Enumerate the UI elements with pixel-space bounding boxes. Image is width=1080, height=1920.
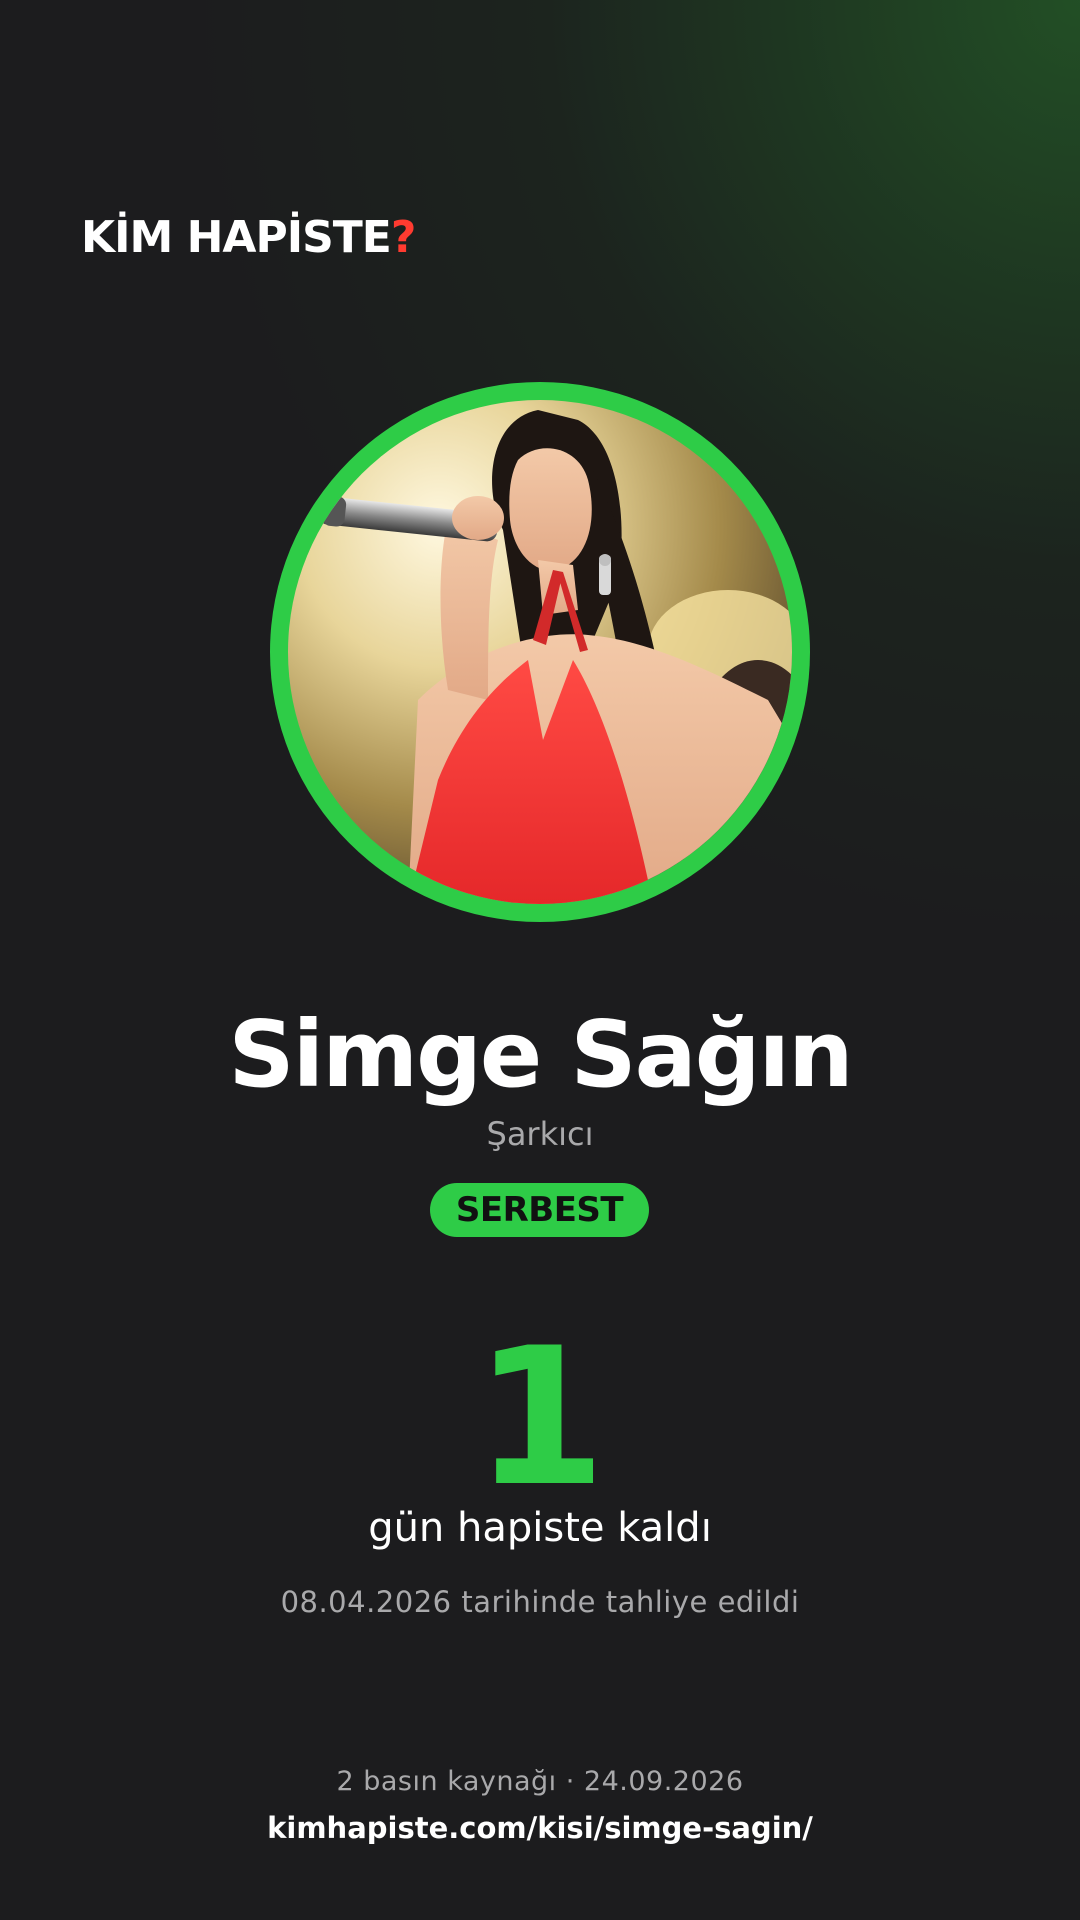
days-count: 1 xyxy=(473,1307,607,1528)
days-label: gün hapiste kaldı xyxy=(368,1505,712,1551)
sources-info: 2 basın kaynağı · 24.09.2026 xyxy=(336,1766,744,1797)
brand-question-mark: ? xyxy=(390,212,417,263)
avatar xyxy=(288,400,792,904)
release-note: 08.04.2026 tarihinde tahliye edildi xyxy=(280,1585,800,1619)
brand-logo: KİM HAPİSTE? xyxy=(81,210,417,266)
avatar-photo xyxy=(288,400,792,904)
page-url[interactable]: kimhapiste.com/kisi/simge-sagin/ xyxy=(0,1808,1080,1848)
avatar-ring xyxy=(270,382,810,922)
person-name: Simge Sağın xyxy=(228,1001,853,1108)
share-card: KİM HAPİSTE? Simge Sağın Şarkıcı SERBEST… xyxy=(0,0,1080,1920)
brand-name: KİM HAPİSTE xyxy=(81,212,392,263)
status-badge: SERBEST xyxy=(430,1183,649,1237)
person-role: Şarkıcı xyxy=(486,1115,594,1153)
